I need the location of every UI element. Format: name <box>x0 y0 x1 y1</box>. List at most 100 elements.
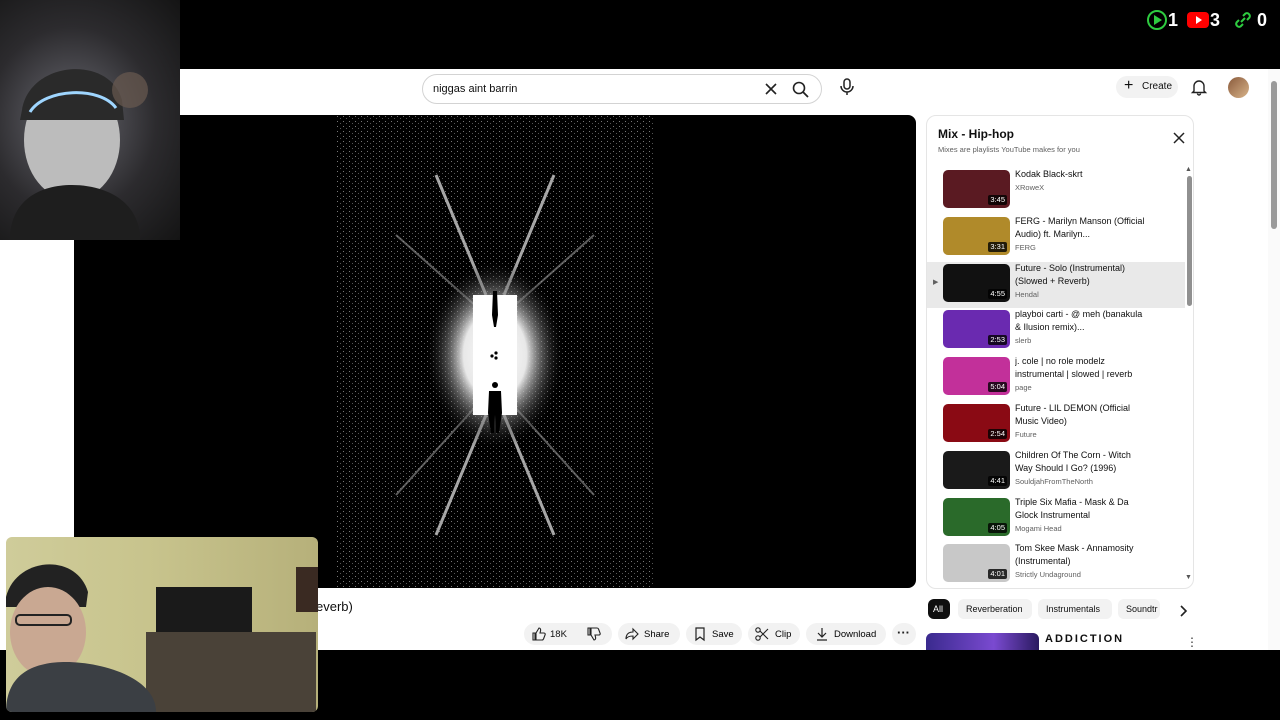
recommendation-title[interactable]: ADDICTION <box>1045 633 1124 645</box>
search-button[interactable] <box>791 80 811 100</box>
link-icon <box>1235 12 1251 28</box>
microphone-icon <box>840 78 854 95</box>
video-frame <box>336 115 654 588</box>
share-label: Share <box>644 629 670 640</box>
page-scrollbar[interactable] <box>1268 69 1280 650</box>
scroll-up-icon[interactable]: ▲ <box>1185 166 1192 173</box>
play-count: 1 <box>1168 10 1179 30</box>
chevron-right-icon <box>1180 605 1188 617</box>
thumbs-down-icon <box>587 627 601 641</box>
playlist-item-title[interactable]: Children Of The Corn - Witch Way Should … <box>1015 449 1145 475</box>
playlist-item-title[interactable]: j. cole | no role modelz instrumental | … <box>1015 355 1145 381</box>
playlist-item[interactable]: 2:53 playboi carti - @ meh (banakula & Il… <box>927 308 1185 354</box>
duration-badge: 4:55 <box>988 288 1007 299</box>
playlist-item-thumbnail[interactable]: 4:41 <box>943 450 1010 489</box>
playlist-item-thumbnail[interactable]: 4:01 <box>943 544 1010 583</box>
video-player[interactable] <box>74 115 916 588</box>
more-actions-button[interactable]: ··· <box>892 623 916 645</box>
duration-badge: 5:04 <box>988 382 1007 393</box>
webcam-feed <box>6 564 318 712</box>
playlist-item[interactable]: 3:45 Kodak Black-skrt XRoweX <box>927 168 1185 214</box>
scroll-down-icon[interactable]: ▼ <box>1185 574 1192 581</box>
playlist-item[interactable]: 2:54 Future - LIL DEMON (Official Music V… <box>927 402 1185 448</box>
playlist-item-channel: page <box>1015 383 1032 393</box>
playlist-item[interactable]: 4:01 Tom Skee Mask - Annamosity (Instrume… <box>927 542 1185 588</box>
voice-search-button[interactable] <box>835 75 859 99</box>
chip-reverberation[interactable]: Reverberation <box>958 599 1032 619</box>
top-bar: niggas aint barrin + Create <box>0 69 1268 107</box>
playlist-item-thumbnail[interactable]: 4:05 <box>943 497 1010 536</box>
playlist-item-channel: SouldjahFromTheNorth <box>1015 476 1093 486</box>
search-input[interactable]: niggas aint barrin <box>433 81 753 97</box>
play-icon <box>1147 10 1167 30</box>
playlist-item-thumbnail[interactable]: 3:31 <box>943 216 1010 255</box>
chip-label: Instrumentals <box>1046 604 1101 614</box>
like-button[interactable]: 18K <box>528 623 576 645</box>
search-box[interactable]: niggas aint barrin <box>422 74 822 104</box>
playlist-item-thumbnail[interactable]: 5:04 <box>943 357 1010 396</box>
chip-label: Reverberation <box>966 604 1023 614</box>
chip-all[interactable]: All <box>928 599 950 619</box>
playlist-item-title[interactable]: Tom Skee Mask - Annamosity (Instrumental… <box>1015 542 1145 568</box>
now-playing-icon: ▶ <box>933 278 939 286</box>
duration-badge: 4:05 <box>988 522 1007 533</box>
scissors-icon <box>755 627 769 641</box>
playlist-item[interactable]: 4:41 Children Of The Corn - Witch Way Sho… <box>927 449 1185 495</box>
playlist-scrollbar[interactable] <box>1187 176 1192 306</box>
duration-badge: 4:01 <box>988 569 1007 580</box>
search-icon <box>792 81 809 98</box>
plus-icon: + <box>1124 77 1134 94</box>
video-title: everb) <box>316 599 353 614</box>
playlist-item-title[interactable]: Future - LIL DEMON (Official Music Video… <box>1015 402 1145 428</box>
playlist-item-channel: XRoweX <box>1015 183 1045 192</box>
clip-button[interactable]: Clip <box>748 623 800 645</box>
chip-instrumentals[interactable]: Instrumentals <box>1038 599 1112 619</box>
playlist-item-title[interactable]: Triple Six Mafia - Mask & Da Glock Instr… <box>1015 496 1145 522</box>
playlist-item-channel: Mogami Head <box>1015 523 1062 533</box>
more-horizontal-icon: ··· <box>897 625 910 640</box>
dislike-button[interactable] <box>583 623 607 645</box>
close-playlist-button[interactable] <box>1171 130 1187 146</box>
link-count: 0 <box>1257 10 1268 30</box>
playlist-item-title[interactable]: Future - Solo (Instrumental) (Slowed + R… <box>1015 262 1145 288</box>
playlist-item-channel: Future <box>1015 430 1037 439</box>
duration-badge: 3:45 <box>988 195 1007 205</box>
share-icon <box>625 627 639 641</box>
bell-icon <box>1190 80 1208 96</box>
bookmark-icon <box>695 627 705 642</box>
playlist-item[interactable]: 4:05 Triple Six Mafia - Mask & Da Glock I… <box>927 496 1185 542</box>
playlist-item[interactable]: ▶ 4:55 Future - Solo (Instrumental) (Slowe… <box>927 261 1185 308</box>
playlist-item-thumbnail[interactable]: 3:45 <box>943 170 1010 208</box>
playlist-item-thumbnail[interactable]: 2:53 <box>943 310 1010 349</box>
download-label: Download <box>834 629 877 640</box>
recommendation-thumbnail[interactable] <box>926 633 1039 650</box>
create-label: Create <box>1142 81 1173 92</box>
more-vertical-icon[interactable]: ⋮ <box>1186 635 1198 649</box>
playlist-item[interactable]: 3:31 FERG - Marilyn Manson (Official Audi… <box>927 215 1185 261</box>
account-avatar[interactable] <box>1228 77 1249 98</box>
playlist-item-title[interactable]: playboi carti - @ meh (banakula & Ilusio… <box>1015 308 1145 334</box>
playlist-item-thumbnail[interactable]: 2:54 <box>943 404 1010 442</box>
playlist-item-title[interactable]: FERG - Marilyn Manson (Official Audio) f… <box>1015 215 1145 241</box>
like-count: 18K <box>550 629 567 640</box>
playlist-item-channel: Hendal <box>1015 289 1039 299</box>
playlist-item-title[interactable]: Kodak Black-skrt <box>1015 168 1145 181</box>
chips-next-button[interactable] <box>1176 604 1190 618</box>
playlist-item[interactable]: 5:04 j. cole | no role modelz instrumenta… <box>927 355 1185 401</box>
notifications-button[interactable] <box>1190 78 1208 96</box>
thumbs-up-icon <box>532 627 546 641</box>
playlist-item-channel: FERG <box>1015 242 1036 252</box>
playlist-item-thumbnail[interactable]: 4:55 <box>943 263 1010 302</box>
chip-label: Soundtr <box>1126 604 1158 614</box>
save-button[interactable]: Save <box>686 623 742 645</box>
create-button[interactable]: + Create <box>1116 76 1178 98</box>
save-label: Save <box>712 629 734 640</box>
download-button[interactable]: Download <box>806 623 886 645</box>
share-button[interactable]: Share <box>618 623 680 645</box>
chip-soundtrack[interactable]: Soundtr <box>1118 599 1160 619</box>
youtube-count: 3 <box>1210 10 1221 30</box>
clear-search-button[interactable] <box>762 80 780 98</box>
webcam-feed <box>10 69 148 240</box>
page-scrollbar-thumb[interactable] <box>1271 81 1277 229</box>
playlist-subtitle: Mixes are playlists YouTube makes for yo… <box>938 145 1080 154</box>
